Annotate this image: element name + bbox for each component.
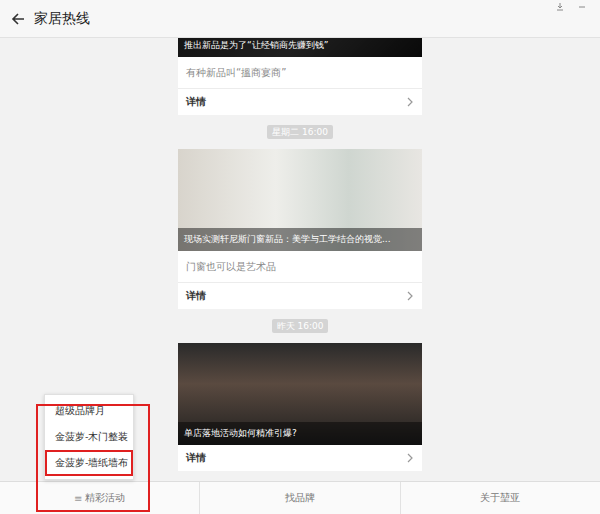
tab-label: 关于堃亚 (480, 491, 520, 505)
chevron-right-icon (406, 97, 414, 107)
article-cover[interactable]: 单店落地活动如何精准引爆? (178, 343, 422, 445)
details-label: 详情 (186, 452, 206, 464)
pin-icon[interactable] (556, 3, 564, 11)
time-label-row: 星期二 16:00 (267, 115, 333, 149)
tab-label: 找品牌 (285, 491, 315, 505)
menu-tab[interactable]: 找品牌 (200, 482, 400, 514)
submenu-item[interactable]: 金菠萝-墙纸墙布 (45, 450, 133, 476)
title-bar: 家居热线 (0, 0, 600, 38)
submenu-item[interactable]: 超级品牌月 (45, 398, 133, 424)
annotation-box (36, 404, 150, 512)
menu-icon: ≡ (74, 493, 82, 504)
menu-tab[interactable]: ≡精彩活动 (0, 482, 200, 514)
app-window: 家居热线推出新品是为了“让经销商先赚到钱”有种新品叫“搵商宴商”详情星期二 16… (0, 0, 600, 514)
article-digest: 门窗也可以是艺术品 (178, 251, 422, 283)
article-cover[interactable]: 推出新品是为了“让经销商先赚到钱” (178, 38, 422, 57)
chevron-right-icon (406, 291, 414, 301)
time-label: 昨天 16:00 (272, 319, 329, 333)
article-card[interactable]: 推出新品是为了“让经销商先赚到钱”有种新品叫“搵商宴商” 详情 (178, 38, 422, 115)
details-label: 详情 (186, 290, 206, 302)
details-link[interactable]: 详情 (178, 89, 422, 115)
tab-label: 精彩活动 (85, 491, 125, 505)
minimize-icon[interactable] (578, 3, 586, 11)
article-title: 单店落地活动如何精准引爆? (178, 422, 422, 445)
chevron-right-icon (406, 453, 414, 463)
article-card[interactable]: 单店落地活动如何精准引爆? 详情 (178, 343, 422, 471)
article-card[interactable]: 现场实测轩尼斯门窗新品：美学与工学结合的视觉...门窗也可以是艺术品详情 (178, 149, 422, 309)
back-arrow-icon[interactable] (10, 11, 26, 27)
article-cover[interactable]: 现场实测轩尼斯门窗新品：美学与工学结合的视觉... (178, 149, 422, 251)
bottom-menu-bar: ≡精彩活动 找品牌 关于堃亚 (0, 481, 600, 514)
window-title: 家居热线 (34, 10, 90, 28)
details-label: 详情 (186, 96, 206, 108)
article-digest: 有种新品叫“搵商宴商” (178, 57, 422, 89)
details-link[interactable]: 详情 (178, 445, 422, 471)
window-controls (556, 3, 586, 11)
menu-tab[interactable]: 关于堃亚 (401, 482, 600, 514)
submenu-popup: 超级品牌月金菠萝-木门整装金菠萝-墙纸墙布 (44, 394, 134, 480)
time-label-row: 昨天 16:00 (272, 309, 329, 343)
article-title: 现场实测轩尼斯门窗新品：美学与工学结合的视觉... (178, 228, 422, 251)
article-title: 推出新品是为了“让经销商先赚到钱” (178, 38, 422, 57)
time-label: 星期二 16:00 (267, 125, 333, 139)
details-link[interactable]: 详情 (178, 283, 422, 309)
submenu-item[interactable]: 金菠萝-木门整装 (45, 424, 133, 450)
